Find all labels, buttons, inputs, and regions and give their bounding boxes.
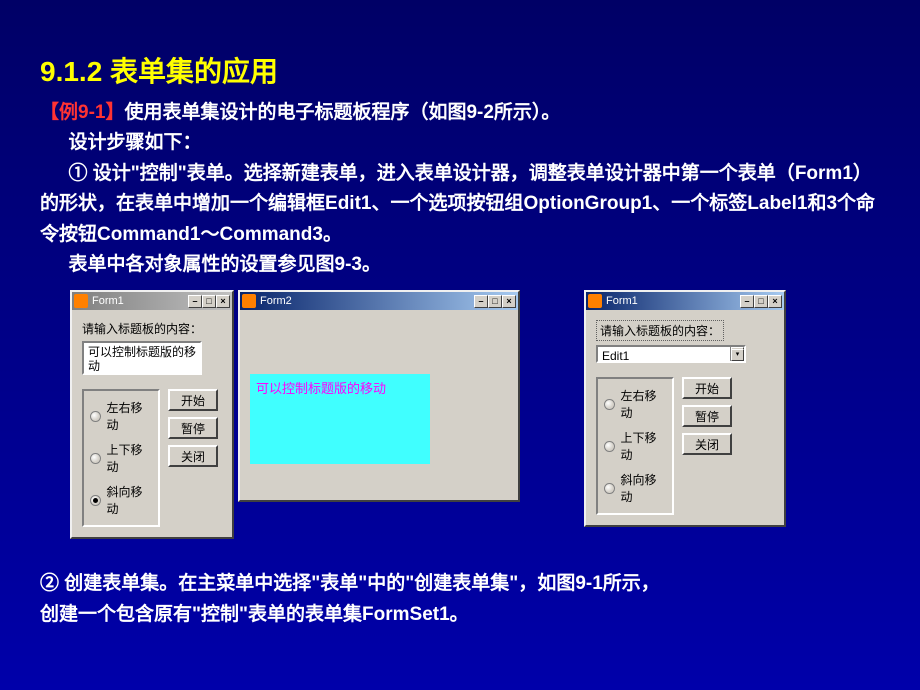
step2-para: ② 创建表单集。在主菜单中选择"表单"中的"创建表单集"，如图9-1所示， 创建…: [40, 569, 880, 630]
form2-titlebar[interactable]: Form2 – □ ×: [240, 292, 518, 310]
step1-para: ① 设计"控制"表单。选择新建表单，进入表单设计器，调整表单设计器中第一个表单（…: [40, 159, 880, 250]
close-button-cmd[interactable]: 关闭: [168, 445, 218, 467]
maximize-button[interactable]: □: [754, 295, 768, 308]
minimize-button[interactable]: –: [740, 295, 754, 308]
scrollbar[interactable]: ▴ ▾: [730, 347, 744, 361]
form1-title: Form1: [92, 295, 188, 307]
steps-intro: 设计步骤如下：: [40, 128, 880, 158]
scrolling-label: 可以控制标题版的移动: [250, 374, 430, 464]
close-button[interactable]: ×: [768, 295, 782, 308]
opt-left-right[interactable]: 左右移动: [604, 383, 666, 425]
form3-optiongroup: 左右移动 上下移动 斜向移动: [596, 377, 674, 515]
scroll-down-icon[interactable]: ▾: [731, 349, 744, 361]
form3-editbox[interactable]: Edit1 ▴ ▾: [596, 345, 746, 363]
start-button[interactable]: 开始: [168, 389, 218, 411]
form2-title: Form2: [260, 295, 474, 307]
close-button[interactable]: ×: [216, 295, 230, 308]
form1-prompt: 请输入标题板的内容：: [82, 320, 222, 337]
close-button[interactable]: ×: [502, 295, 516, 308]
form3-window: Form1 – □ × 请输入标题板的内容： Edit1 ▴ ▾: [584, 290, 786, 527]
maximize-button[interactable]: □: [488, 295, 502, 308]
form1-window: Form1 – □ × 请输入标题板的内容： 可以控制标题版的移动 左右移动 上…: [70, 290, 234, 539]
form1-editbox[interactable]: 可以控制标题版的移动: [82, 341, 202, 375]
form3-titlebar[interactable]: Form1 – □ ×: [586, 292, 784, 310]
settings-line: 表单中各对象属性的设置参见图9-3。: [40, 250, 880, 280]
form3-title: Form1: [606, 295, 740, 307]
form1-titlebar[interactable]: Form1 – □ ×: [72, 292, 232, 310]
opt-left-right[interactable]: 左右移动: [90, 395, 152, 437]
maximize-button[interactable]: □: [202, 295, 216, 308]
minimize-button[interactable]: –: [188, 295, 202, 308]
forms-row: Form1 – □ × 请输入标题板的内容： 可以控制标题版的移动 左右移动 上…: [70, 290, 880, 539]
close-button-cmd[interactable]: 关闭: [682, 433, 732, 455]
minimize-button[interactable]: –: [474, 295, 488, 308]
example-line: 【例9-1】使用表单集设计的电子标题板程序（如图9-2所示）。: [40, 98, 880, 128]
opt-diagonal[interactable]: 斜向移动: [90, 479, 152, 521]
example-desc: 使用表单集设计的电子标题板程序（如图9-2所示）。: [124, 102, 560, 123]
pause-button[interactable]: 暂停: [168, 417, 218, 439]
example-tag: 【例9-1】: [40, 102, 124, 123]
fox-icon: [74, 294, 88, 308]
opt-up-down[interactable]: 上下移动: [90, 437, 152, 479]
opt-diagonal[interactable]: 斜向移动: [604, 467, 666, 509]
pause-button[interactable]: 暂停: [682, 405, 732, 427]
start-button[interactable]: 开始: [682, 377, 732, 399]
form1-optiongroup: 左右移动 上下移动 斜向移动: [82, 389, 160, 527]
form3-prompt: 请输入标题板的内容：: [600, 324, 720, 338]
form2-window: Form2 – □ × 可以控制标题版的移动: [238, 290, 520, 502]
fox-icon: [242, 294, 256, 308]
opt-up-down[interactable]: 上下移动: [604, 425, 666, 467]
section-heading: 9.1.2 表单集的应用: [40, 50, 880, 90]
fox-icon: [588, 294, 602, 308]
